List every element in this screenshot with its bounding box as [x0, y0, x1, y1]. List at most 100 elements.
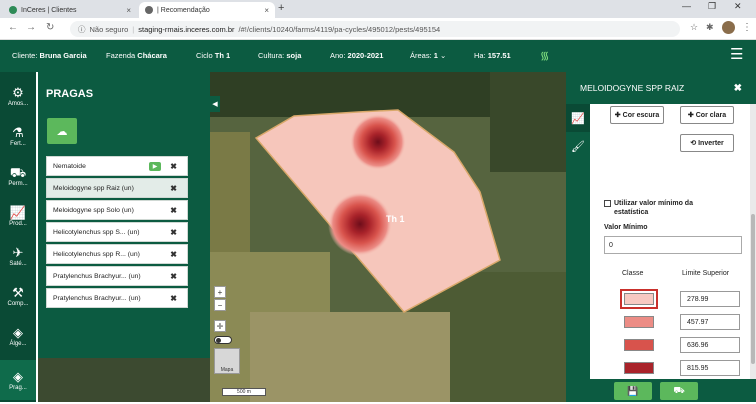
line-chart-icon: 📈: [571, 112, 585, 125]
tab-title: InCeres | Clientes: [21, 6, 77, 14]
delete-icon[interactable]: ✖: [170, 294, 177, 303]
panel-vertical-tabs: 📈 🖌: [566, 104, 590, 404]
globe-icon: [145, 6, 153, 14]
url-path: /#!/clients/10240/farms/4119/pa-cycles/4…: [238, 24, 441, 34]
panel-title: MELOIDOGYNE SPP RAIZ: [580, 83, 685, 93]
tab-title: | Recomendação: [157, 6, 210, 14]
use-min-checkbox[interactable]: [604, 200, 611, 207]
main-sidebar: ⚙ Amos... ⚗ Fert... ⛟ Perm... 📈 Prod... ✈ Sat…: [0, 72, 36, 402]
delete-icon[interactable]: ✖: [170, 272, 177, 281]
chart-icon: 📈: [9, 204, 27, 220]
delete-icon[interactable]: ✖: [170, 162, 177, 171]
panel-scrollbar[interactable]: [750, 104, 756, 379]
new-tab-button[interactable]: +: [278, 2, 284, 14]
fullscreen-button[interactable]: ✛: [214, 320, 226, 332]
client-info: Cliente: Bruna Garcia: [12, 51, 87, 60]
minimize-icon[interactable]: —: [682, 1, 691, 11]
class-limit-input[interactable]: 278.99: [680, 291, 740, 307]
sidebar-item-composition[interactable]: ⚒ Comp...: [0, 276, 36, 316]
window-close-icon[interactable]: ✕: [734, 1, 742, 12]
map-scale-bar: 500 m: [222, 388, 266, 396]
hotspot-marker: [328, 192, 392, 256]
plus-icon: ✚: [614, 112, 621, 119]
invert-button[interactable]: ⟲ Inverter: [680, 134, 734, 152]
class-header: Classe: [622, 270, 644, 277]
layer-toggle[interactable]: [214, 336, 232, 344]
class-limit-input[interactable]: 636.96: [680, 337, 740, 353]
delete-icon[interactable]: ✖: [170, 228, 177, 237]
fertilizer-icon: ⚗: [12, 124, 24, 140]
save-icon: 💾: [627, 385, 639, 396]
class-color-swatch[interactable]: [620, 289, 658, 309]
refresh-icon: ⟲: [690, 140, 697, 147]
tab-chart[interactable]: 📈: [566, 104, 590, 132]
app-menu-icon[interactable]: ☰: [730, 45, 743, 63]
collapse-panel-button[interactable]: ◀: [210, 96, 220, 112]
plus-icon: ✚: [687, 112, 694, 119]
class-color-swatch[interactable]: [624, 362, 654, 374]
scroll-thumb[interactable]: [751, 214, 755, 364]
farm-info: Fazenda Chácara: [106, 51, 167, 60]
url-field[interactable]: ⓘ Não seguro | staging-rmais.inceres.com…: [70, 21, 680, 37]
panel-footer: 💾 ⛟: [590, 379, 756, 402]
back-icon[interactable]: ←: [8, 22, 18, 33]
list-item[interactable]: Nematoide ▶ ✖: [46, 156, 188, 176]
sidebar-item-algebra[interactable]: ◈ Álge...: [0, 316, 36, 356]
list-item[interactable]: Pratylenchus Brachyur... (un) ✖: [46, 266, 188, 286]
min-value-input[interactable]: 0: [604, 236, 742, 254]
truck-icon[interactable]: ▶: [149, 161, 161, 171]
satellite-map: Th 1: [210, 72, 566, 402]
sidebar-item-production[interactable]: 📈 Prod...: [0, 196, 36, 236]
tab-paint[interactable]: 🖌: [566, 132, 590, 160]
zoom-out-button[interactable]: −: [214, 299, 226, 311]
sidebar-item-satellite[interactable]: ✈ Saté...: [0, 236, 36, 276]
save-button[interactable]: 💾: [614, 382, 652, 400]
list-item[interactable]: Meloidogyne spp Solo (un) ✖: [46, 200, 188, 220]
reload-icon[interactable]: ↻: [46, 22, 54, 33]
class-color-swatch[interactable]: [624, 316, 654, 328]
list-item[interactable]: Helicotylenchus spp R... (un) ✖: [46, 244, 188, 264]
delete-icon[interactable]: ✖: [170, 250, 177, 259]
map-view[interactable]: Th 1: [210, 72, 566, 402]
url-host: staging-rmais.inceres.com.br: [138, 24, 235, 34]
maximize-icon[interactable]: ❐: [708, 1, 716, 12]
year-info: Ano: 2020-2021: [330, 51, 384, 60]
info-icon: ⓘ: [78, 24, 86, 34]
sidebar-item-sampling[interactable]: ⚙ Amos...: [0, 76, 36, 116]
close-panel-icon[interactable]: ✖: [734, 83, 742, 94]
list-item[interactable]: Meloidogyne spp Raiz (un) ✖: [46, 178, 188, 198]
list-item[interactable]: Helicotylenchus spp S... (un) ✖: [46, 222, 188, 242]
close-tab-icon[interactable]: ×: [126, 6, 131, 15]
forward-icon[interactable]: →: [26, 22, 36, 33]
areas-selector[interactable]: Áreas: 1 ⌄: [410, 51, 446, 60]
app-header: Cliente: Bruna Garcia Fazenda Chácara Ci…: [0, 40, 756, 72]
inceres-favicon-icon: [9, 6, 17, 14]
pests-panel: PRAGAS ☁ Nematoide ▶ ✖ Meloidogyne spp Rai…: [38, 72, 210, 358]
class-color-swatch[interactable]: [624, 339, 654, 351]
sidebar-item-permissions[interactable]: ⛟ Perm...: [0, 156, 36, 196]
dark-color-button[interactable]: ✚ Cor escura: [610, 106, 664, 124]
delete-icon[interactable]: ✖: [170, 184, 177, 193]
sidebar-item-pests[interactable]: ◈ Prag...: [0, 360, 36, 400]
zoom-in-button[interactable]: +: [214, 286, 226, 298]
basemap-thumbnail[interactable]: Mapa: [214, 348, 240, 374]
browser-tab-clients[interactable]: InCeres | Clientes ×: [3, 2, 137, 18]
truck-button[interactable]: ⛟: [660, 382, 698, 400]
profile-avatar[interactable]: [722, 21, 735, 34]
class-limit-input[interactable]: 815.95: [680, 360, 740, 376]
extensions-icon[interactable]: ✱: [706, 22, 714, 33]
sampling-icon: ⚙: [12, 84, 24, 100]
sidebar-item-fertilizer[interactable]: ⚗ Fert...: [0, 116, 36, 156]
delete-icon[interactable]: ✖: [170, 206, 177, 215]
menu-dots-icon[interactable]: ⋮: [742, 22, 752, 33]
star-icon[interactable]: ☆: [690, 22, 698, 33]
light-color-button[interactable]: ✚ Cor clara: [680, 106, 734, 124]
browser-tab-recommendation[interactable]: | Recomendação ×: [139, 2, 275, 18]
close-tab-icon[interactable]: ×: [264, 6, 269, 15]
limit-header: Limite Superior: [682, 270, 730, 277]
paint-roller-icon: 🖌: [571, 140, 585, 153]
upload-button[interactable]: ☁: [47, 118, 77, 144]
list-item[interactable]: Pratylenchus Brachyur... (un) ✖: [46, 288, 188, 308]
pests-title: PRAGAS: [46, 88, 94, 100]
class-limit-input[interactable]: 457.97: [680, 314, 740, 330]
